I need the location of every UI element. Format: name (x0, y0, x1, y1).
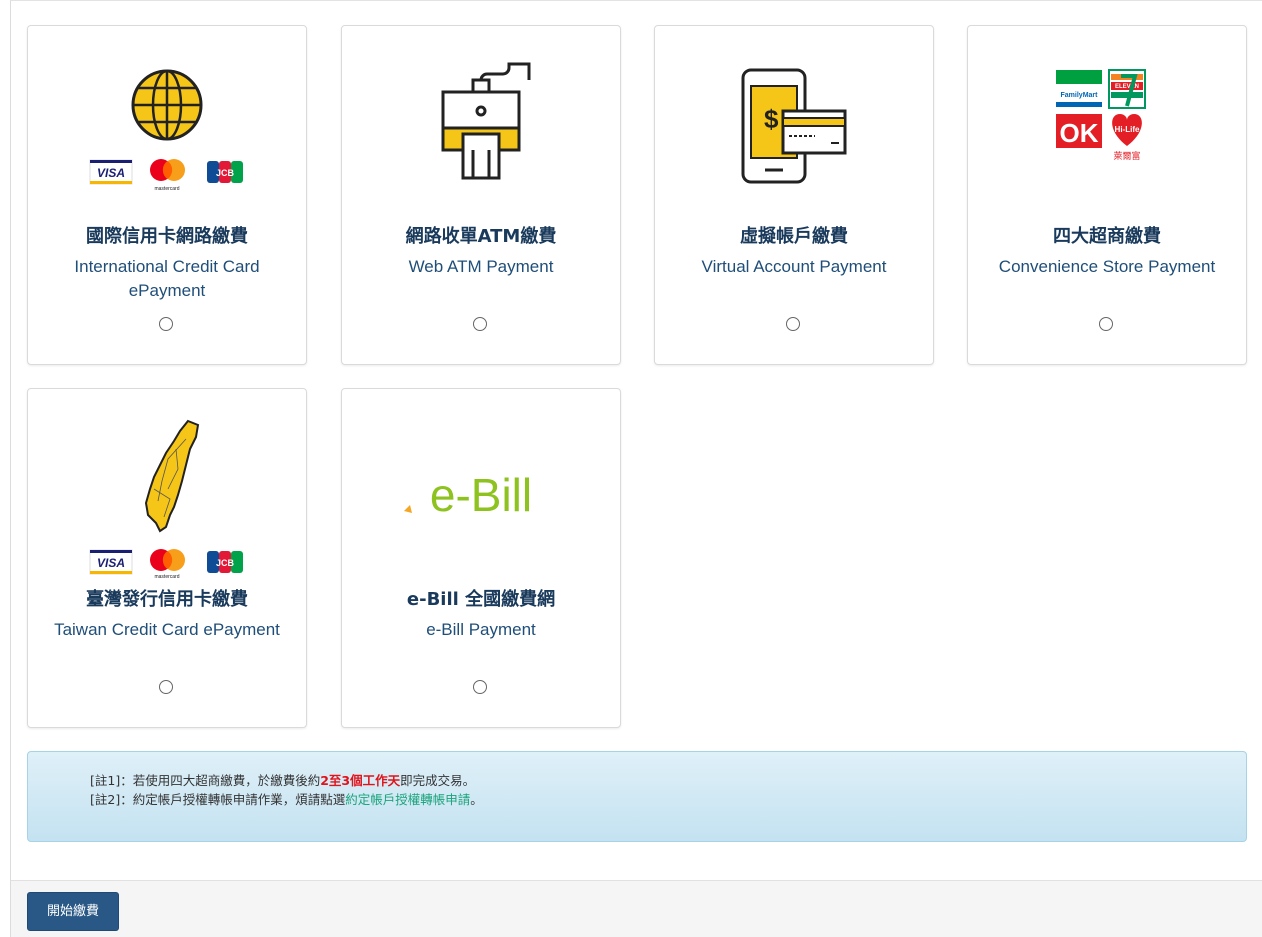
taiwan-map-icon (144, 419, 200, 533)
web-atm-logo (342, 56, 620, 216)
familymart-icon: FamilyMart (1056, 70, 1102, 107)
payment-card-ebill[interactable]: e-Bill e-Bill 全國繳費網 e-Bill Payment (341, 388, 621, 728)
jcb-icon: JCB (207, 551, 243, 573)
note-2-text: [註2]：約定帳戶授權轉帳申請作業，煩請點選 (90, 792, 346, 807)
card-title-en: Virtual Account Payment (701, 257, 887, 276)
note-1-suffix: 即完成交易。 (400, 773, 476, 788)
svg-text:VISA: VISA (97, 556, 125, 570)
note-1-highlight: 2至3個工作天 (320, 773, 401, 788)
card-title-en: e-Bill Payment (426, 620, 536, 639)
visa-icon: VISA (89, 549, 133, 575)
payment-card-virtual-account[interactable]: $ 虛擬帳戶繳費 Virtual Account Payment (654, 25, 934, 365)
jcb-icon: JCB (207, 161, 243, 183)
hilife-icon: Hi-Life 萊爾富 (1112, 114, 1142, 162)
note-1: [註1]：若使用四大超商繳費，於繳費後約2至3個工作天即完成交易。 (90, 772, 475, 790)
card-title-en: Taiwan Credit Card ePayment (54, 620, 280, 639)
seven-eleven-icon: ELEVEN (1108, 69, 1146, 109)
card-title-zh: 國際信用卡網路繳費 (86, 226, 248, 247)
svg-text:mastercard: mastercard (154, 574, 179, 579)
phone-card-icon: $ (741, 68, 847, 184)
svg-text:JCB: JCB (216, 168, 235, 178)
mastercard-icon: mastercard (150, 549, 185, 580)
footer-bar (11, 880, 1262, 937)
notes-panel: [註1]：若使用四大超商繳費，於繳費後約2至3個工作天即完成交易。 [註2]：約… (27, 751, 1247, 842)
svg-text:mastercard: mastercard (154, 186, 179, 192)
svg-text:JCB: JCB (216, 558, 235, 568)
payment-radio[interactable] (1099, 317, 1113, 331)
international-credit-logo: VISA mastercard JCB (28, 56, 306, 216)
note-2: [註2]：約定帳戶授權轉帳申請作業，煩請點選約定帳戶授權轉帳申請。 (90, 791, 483, 809)
ebill-logo: e-Bill (342, 419, 620, 579)
mastercard-icon: mastercard (150, 159, 185, 192)
svg-text:$: $ (764, 104, 779, 134)
card-title-en: International Credit Card ePayment (74, 257, 260, 300)
start-payment-button[interactable]: 開始繳費 (27, 892, 119, 931)
card-reader-icon (441, 62, 531, 180)
globe-icon (131, 69, 203, 141)
payment-radio[interactable] (159, 680, 173, 694)
svg-text:e-Bill: e-Bill (430, 469, 532, 521)
card-title-zh: e-Bill 全國繳費網 (406, 589, 556, 610)
note-2-suffix: 。 (470, 792, 483, 807)
virtual-account-logo: $ (655, 56, 933, 216)
payment-card-taiwan-credit[interactable]: VISA mastercard JCB 臺灣發行信用卡繳費 Taiwan Cre… (27, 388, 307, 728)
svg-text:Hi-Life: Hi-Life (1115, 125, 1140, 134)
card-title-zh: 四大超商繳費 (1053, 226, 1161, 247)
convenience-stores-icon: FamilyMart ELEVEN OK Hi-Life 萊爾富 (968, 56, 1246, 216)
svg-text:萊爾富: 萊爾富 (1113, 150, 1140, 162)
payment-card-convenience-store[interactable]: FamilyMart ELEVEN OK Hi-Life 萊爾富 四大超商繳費 … (967, 25, 1247, 365)
payment-radio[interactable] (473, 680, 487, 694)
svg-text:FamilyMart: FamilyMart (1061, 92, 1099, 99)
note-1-text: [註1]：若使用四大超商繳費，於繳費後約 (90, 773, 321, 788)
card-title-en: Convenience Store Payment (998, 257, 1216, 276)
payment-radio[interactable] (159, 317, 173, 331)
svg-text:OK: OK (1060, 118, 1099, 148)
card-title-en: Web ATM Payment (408, 257, 554, 276)
ok-mart-icon: OK (1056, 114, 1102, 148)
svg-text:ELEVEN: ELEVEN (1115, 84, 1139, 90)
card-title-zh: 臺灣發行信用卡繳費 (86, 589, 248, 610)
card-title-zh: 虛擬帳戶繳費 (740, 226, 848, 247)
payment-radio[interactable] (473, 317, 487, 331)
authorization-link[interactable]: 約定帳戶授權轉帳申請 (345, 792, 470, 807)
taiwan-credit-logo: VISA mastercard JCB (28, 419, 306, 580)
payment-card-international-credit[interactable]: VISA mastercard JCB 國際信用卡網路繳費 Internatio… (27, 25, 307, 365)
svg-text:VISA: VISA (97, 166, 125, 180)
visa-icon: VISA (89, 159, 133, 185)
payment-card-web-atm[interactable]: 網路收單ATM繳費 Web ATM Payment (341, 25, 621, 365)
card-title-zh: 網路收單ATM繳費 (405, 226, 557, 247)
payment-radio[interactable] (786, 317, 800, 331)
